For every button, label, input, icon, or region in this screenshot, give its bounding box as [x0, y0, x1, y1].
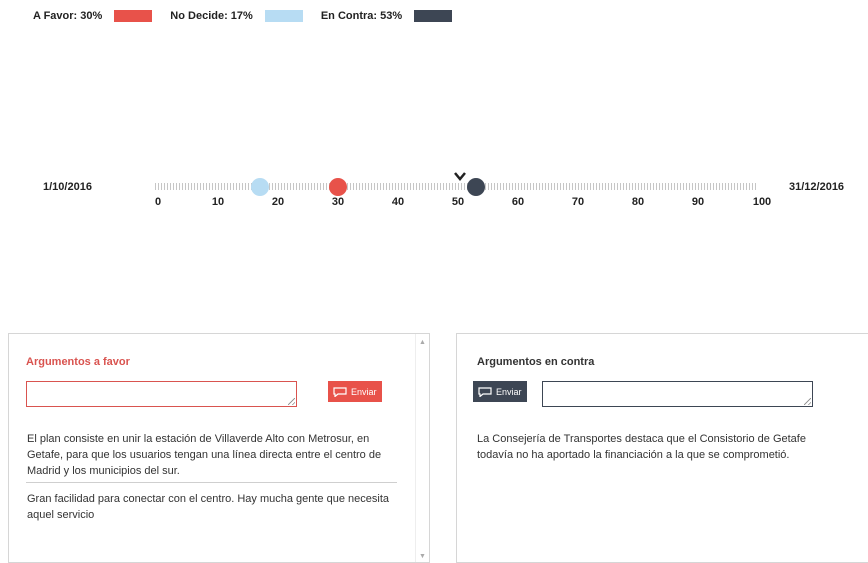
tick-label: 60 [511, 196, 525, 208]
favor-argument-item: Gran facilidad para conectar con el cent… [27, 493, 389, 521]
favor-send-label: Enviar [351, 386, 377, 397]
timeline-end-date: 31/12/2016 [789, 181, 845, 193]
chat-bubble-icon [478, 386, 492, 397]
favor-panel: Argumentos a favor Enviar El plan consis… [8, 333, 430, 563]
chat-bubble-icon [333, 386, 347, 397]
legend-item-no-decide: No Decide: 17% [170, 10, 303, 22]
legend-swatch-a-favor [114, 10, 153, 22]
tick-label: 80 [631, 196, 645, 208]
favor-argument-item: El plan consiste en unir la estación de … [27, 433, 382, 477]
tick-label: 50 [451, 196, 465, 208]
contra-argument-input[interactable] [542, 381, 813, 407]
contra-panel-title: Argumentos en contra [477, 356, 595, 368]
legend: A Favor: 30% No Decide: 17% En Contra: 5… [33, 10, 470, 22]
timeline-track [155, 181, 757, 193]
argument-divider [26, 482, 397, 483]
favor-panel-scrollbar[interactable]: ▲ ▼ [415, 334, 429, 562]
legend-label-no-decide: No Decide: 17% [170, 10, 253, 22]
tick-label: 20 [271, 196, 285, 208]
tick-label: 100 [752, 196, 772, 208]
contra-send-label: Enviar [496, 386, 522, 397]
legend-label-a-favor: A Favor: 30% [33, 10, 103, 22]
favor-send-button[interactable]: Enviar [328, 381, 382, 402]
contra-panel: Argumentos en contra Enviar La Consejerí… [456, 333, 868, 563]
timeline-start-date: 1/10/2016 [43, 181, 92, 193]
tick-label: 90 [691, 196, 705, 208]
contra-send-button[interactable]: Enviar [473, 381, 527, 402]
legend-item-a-favor: A Favor: 30% [33, 10, 153, 22]
tick-label: 70 [571, 196, 585, 208]
legend-swatch-en-contra [414, 10, 453, 22]
legend-label-en-contra: En Contra: 53% [320, 10, 403, 22]
tick-label: 30 [331, 196, 345, 208]
resize-handle-icon[interactable] [288, 398, 295, 405]
favor-argument-input[interactable] [26, 381, 297, 407]
marker-en-contra[interactable] [467, 178, 485, 196]
marker-a-favor[interactable] [329, 178, 347, 196]
scroll-up-arrow-icon[interactable]: ▲ [419, 339, 426, 346]
favor-panel-title: Argumentos a favor [26, 356, 130, 368]
tick-label: 0 [154, 196, 162, 208]
tick-label: 40 [391, 196, 405, 208]
legend-swatch-no-decide [264, 10, 303, 22]
pointer-chevron-icon [454, 172, 466, 181]
legend-item-en-contra: En Contra: 53% [320, 10, 453, 22]
marker-no-decide[interactable] [251, 178, 269, 196]
tick-label: 10 [211, 196, 225, 208]
resize-handle-icon[interactable] [804, 398, 811, 405]
contra-argument-item: La Consejería de Transportes destaca que… [477, 433, 806, 461]
